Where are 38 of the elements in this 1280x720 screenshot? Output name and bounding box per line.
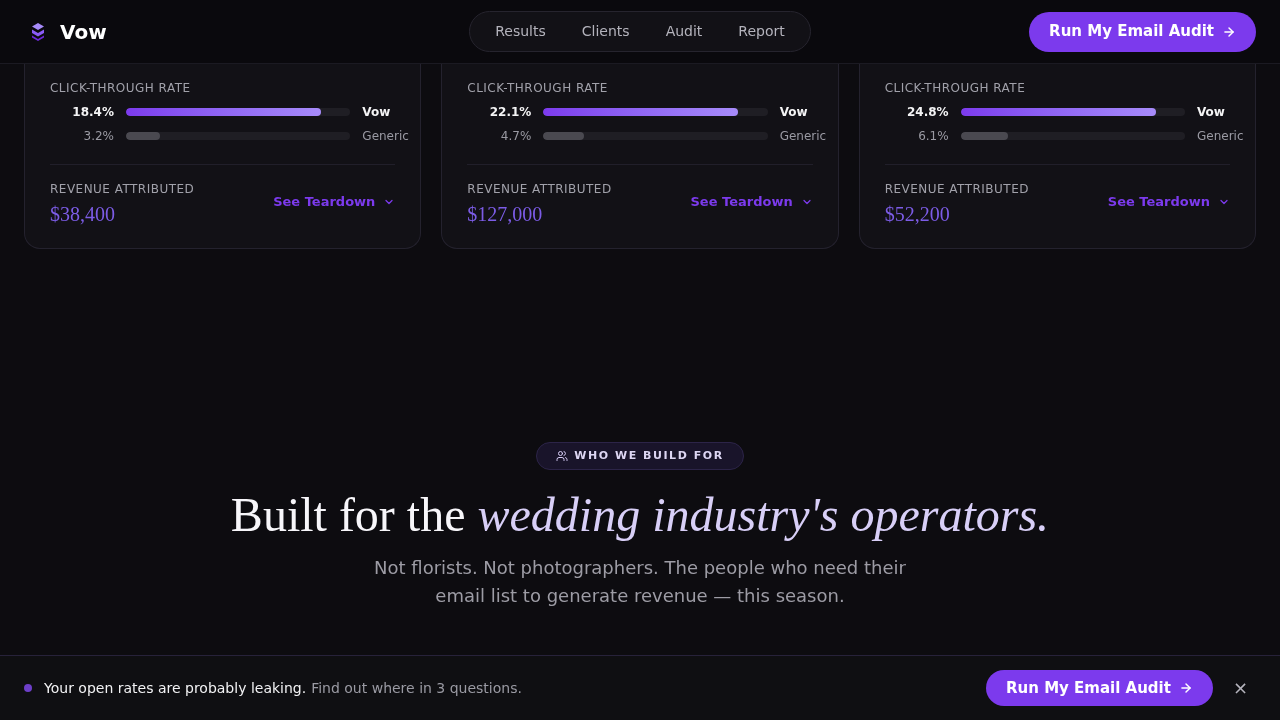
nav-link[interactable]: Report — [720, 21, 803, 42]
nav-link[interactable]: Audit — [647, 21, 721, 42]
nav-link[interactable]: Results — [477, 21, 564, 42]
section-subtitle: Not florists. Not photographers. The people who need their email list to generate revenue — this season. — [373, 556, 907, 608]
users-icon — [556, 450, 569, 462]
metric-label: CLICK-THROUGH RATE — [467, 80, 609, 96]
metric-label: CLICK-THROUGH RATE — [50, 80, 192, 96]
close-button[interactable]: × — [1230, 679, 1250, 697]
run-audit-button[interactable]: Run My Email Audit — [1029, 11, 1256, 52]
bar-label: Generic — [779, 128, 828, 144]
brand-name: Vow — [60, 18, 107, 46]
banner-hint: Find out where in 3 questions. — [311, 678, 522, 698]
metric-value: 22.1% — [488, 104, 532, 120]
metric-value: 3.2% — [82, 128, 114, 144]
revenue-label: REVENUE ATTRIBUTED — [884, 181, 1029, 197]
metric-label: CLICK-THROUGH RATE — [884, 80, 1027, 96]
revenue-label: REVENUE ATTRIBUTED — [467, 181, 612, 197]
bar-label: Generic — [362, 128, 410, 144]
arrow-right-icon — [1178, 681, 1193, 695]
bar-label: Vow — [362, 104, 392, 120]
metric-value: 24.8% — [906, 104, 949, 120]
revenue-amount: $38,400 — [50, 202, 116, 227]
revenue-amount: $127,000 — [467, 202, 544, 227]
bar-label: Vow — [779, 104, 809, 120]
bar-label: Vow — [1197, 104, 1226, 120]
nav-link[interactable]: Clients — [563, 21, 648, 42]
bar-label: Generic — [1197, 128, 1245, 144]
badge-label: WHO WE BUILD FOR — [574, 447, 724, 464]
section-heading: Built for the wedding industry's operators. — [230, 487, 1050, 543]
metric-value: 18.4% — [71, 104, 114, 120]
metric-value: 6.1% — [917, 128, 949, 144]
run-audit-button[interactable]: Run My Email Audit — [986, 670, 1213, 706]
status-dot-icon — [24, 684, 32, 692]
revenue-label: REVENUE ATTRIBUTED — [50, 181, 195, 197]
banner-message: Your open rates are probably leaking. — [44, 678, 307, 698]
revenue-amount: $52,200 — [884, 202, 951, 227]
metric-value: 4.7% — [499, 128, 532, 144]
logo-icon — [30, 21, 46, 42]
